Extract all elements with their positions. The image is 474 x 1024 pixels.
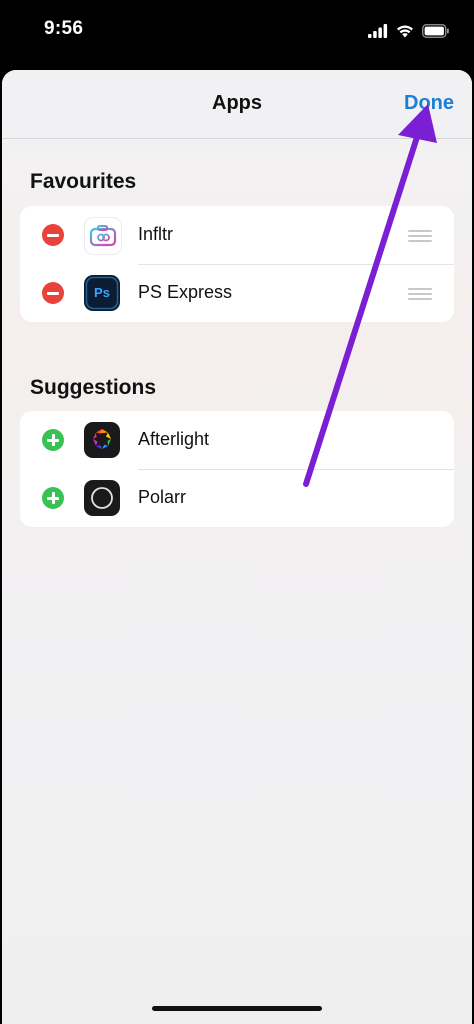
status-icons <box>368 22 450 40</box>
reorder-grip-icon[interactable] <box>408 288 432 300</box>
suggestions-list: Afterlight Polarr <box>20 411 454 527</box>
infltr-camera-icon <box>84 217 122 255</box>
phone-screen: 9:56 Apps Done Favourites Infltr Ps PS E… <box>0 0 474 1024</box>
sheet-header: Apps Done <box>2 70 472 139</box>
app-name: Infltr <box>138 224 174 244</box>
app-name: PS Express <box>138 282 233 302</box>
cellular-signal-icon <box>368 24 388 38</box>
list-item-ps-express: Ps PS Express <box>20 264 454 322</box>
polarr-icon <box>84 480 120 516</box>
add-icon[interactable] <box>42 487 64 509</box>
favourites-heading: Favourites <box>30 170 137 193</box>
home-indicator[interactable] <box>152 1006 322 1011</box>
favourites-list: Infltr Ps PS Express <box>20 206 454 322</box>
remove-icon[interactable] <box>42 224 64 246</box>
wifi-icon <box>397 25 413 38</box>
ps-express-icon: Ps <box>84 275 120 311</box>
remove-icon[interactable] <box>42 282 64 304</box>
status-bar: 9:56 <box>0 0 474 66</box>
list-item-afterlight: Afterlight <box>20 411 454 469</box>
done-button[interactable]: Done <box>404 92 454 115</box>
list-item-polarr: Polarr <box>20 469 454 527</box>
suggestions-heading: Suggestions <box>30 376 157 399</box>
status-time: 9:56 <box>44 18 84 39</box>
list-item-infltr: Infltr <box>20 206 454 264</box>
ps-express-icon-text: Ps <box>94 285 110 300</box>
app-name: Afterlight <box>138 429 210 449</box>
app-name: Polarr <box>138 487 187 507</box>
afterlight-icon <box>84 422 120 458</box>
reorder-grip-icon[interactable] <box>408 230 432 242</box>
add-icon[interactable] <box>42 429 64 451</box>
battery-icon <box>422 24 449 38</box>
sheet-title: Apps <box>212 92 262 114</box>
apps-sheet: Apps Done Favourites Infltr Ps PS Expres… <box>2 70 472 1024</box>
